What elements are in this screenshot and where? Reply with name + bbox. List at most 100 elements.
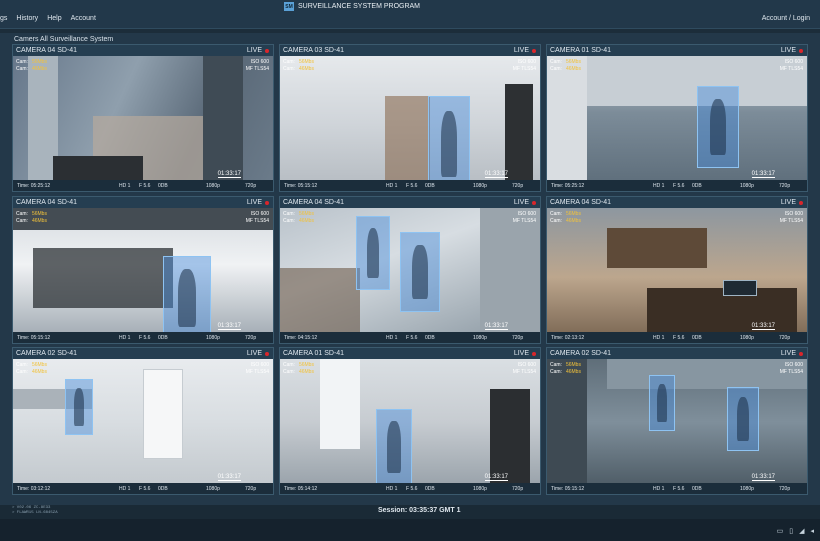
camera-footer: Time: 05:15:12 HD 1 F 5.6 0DB 1080p 720p: [280, 180, 540, 191]
camera-feed-7[interactable]: CAMERA 02 SD-41 LIVE Cam: 56Mbs Cam: 46Mbs…: [12, 347, 274, 495]
aperture: F 5.6: [139, 335, 151, 341]
person-detection-box[interactable]: [428, 96, 470, 191]
mf-value: MF TLS54: [245, 66, 269, 72]
pillar: [547, 56, 587, 182]
resolution-2[interactable]: 720p: [245, 486, 256, 492]
menu-bar: gs History Help Account: [0, 15, 96, 22]
camera-name: CAMERA 01 SD-41: [550, 47, 612, 54]
camera-feed-5[interactable]: CAMERA 04 SD-41 LIVE Cam: 56Mbs Cam: 46Mbs…: [279, 196, 541, 344]
person-detection-box[interactable]: [697, 86, 739, 168]
resolution-1[interactable]: 1080p: [740, 183, 754, 189]
bitrate-1: 56Mbs: [565, 362, 581, 368]
wall-panel: [607, 228, 707, 268]
aperture: F 5.6: [406, 486, 418, 492]
camera-header: CAMERA 04 SD-41 LIVE: [280, 197, 540, 208]
resolution-2[interactable]: 720p: [512, 486, 523, 492]
resolution-1[interactable]: 1080p: [473, 183, 487, 189]
cam-label: Cam:: [550, 66, 562, 72]
tray-network-icon[interactable]: ▯: [789, 527, 793, 535]
resolution-2[interactable]: 720p: [779, 183, 790, 189]
resolution-1[interactable]: 1080p: [206, 486, 220, 492]
menu-settings[interactable]: gs: [0, 15, 7, 22]
gain: 0DB: [692, 486, 702, 492]
tray-camera-icon[interactable]: ▭: [777, 527, 784, 535]
stream-info: Cam: 56Mbs Cam: 46Mbs: [16, 59, 47, 73]
aperture: F 5.6: [139, 486, 151, 492]
resolution-1[interactable]: 1080p: [740, 335, 754, 341]
resolution-1[interactable]: 1080p: [206, 335, 220, 341]
resolution-1[interactable]: 1080p: [206, 183, 220, 189]
camera-name: CAMERA 02 SD-41: [550, 350, 612, 357]
iso-value: ISO 600: [250, 211, 269, 217]
live-label: LIVE: [246, 350, 262, 357]
person-detection-box[interactable]: [163, 256, 211, 340]
hd: HD 1: [386, 486, 398, 492]
person-detection-box[interactable]: [649, 375, 675, 431]
clock: 01:33:17: [751, 171, 775, 178]
camera-feed-8[interactable]: CAMERA 01 SD-41 LIVE Cam: 56Mbs Cam: 46Mbs…: [279, 347, 541, 495]
top-bar: gs History Help Account SM SURVEILLANCE …: [0, 0, 820, 29]
resolution-2[interactable]: 720p: [512, 183, 523, 189]
person-detection-box[interactable]: [65, 379, 93, 435]
tray-volume-icon[interactable]: ◂: [810, 527, 814, 535]
resolution-1[interactable]: 1080p: [740, 486, 754, 492]
resolution-2[interactable]: 720p: [512, 335, 523, 341]
pillar: [203, 56, 243, 182]
exposure-info: ISO 600 MF TLS54: [780, 211, 803, 225]
resolution-1[interactable]: 1080p: [473, 486, 487, 492]
iso-value: ISO 600: [517, 362, 536, 368]
camera-header: CAMERA 03 SD-41 LIVE: [280, 45, 540, 56]
camera-view: [13, 208, 273, 340]
cam-label: Cam:: [283, 59, 295, 65]
live-indicator: LIVE: [781, 350, 803, 357]
exposure-info: ISO 600 MF TLS54: [246, 362, 269, 376]
hd: HD 1: [386, 183, 398, 189]
account-login-link[interactable]: Account / Login: [762, 15, 810, 22]
menu-history[interactable]: History: [16, 15, 38, 22]
menu-account[interactable]: Account: [71, 15, 96, 22]
camera-name: CAMERA 04 SD-41: [16, 47, 78, 54]
stream-info: Cam: 56Mbs Cam: 46Mbs: [283, 362, 314, 376]
camera-footer: Time: 05:14:12 HD 1 F 5.6 0DB 1080p 720p: [280, 483, 540, 494]
cam-label: Cam:: [283, 218, 295, 224]
live-label: LIVE: [780, 199, 796, 206]
cam-label: Cam:: [16, 211, 28, 217]
iso-value: ISO 600: [784, 59, 803, 65]
camera-name: CAMERA 04 SD-41: [16, 199, 78, 206]
menu-help[interactable]: Help: [47, 15, 61, 22]
clock: 01:33:17: [751, 474, 775, 481]
camera-feed-2[interactable]: CAMERA 03 SD-41 LIVE Cam: 56Mbs Cam: 46Mbs…: [279, 44, 541, 192]
camera-feed-4[interactable]: CAMERA 04 SD-41 LIVE Cam: 56Mbs Cam: 46Mbs…: [12, 196, 274, 344]
bitrate-1: 56Mbs: [31, 211, 47, 217]
time: Time: 05:14:12: [284, 486, 318, 492]
time: Time: 03:12:12: [17, 486, 51, 492]
exposure-info: ISO 600 MF TLS54: [246, 59, 269, 73]
cam-label: Cam:: [16, 362, 28, 368]
clock: 01:33:17: [217, 171, 241, 178]
tray-signal-icon[interactable]: ◢: [799, 527, 804, 535]
camera-view: [547, 208, 807, 334]
ceiling: [13, 208, 273, 230]
bitrate-1: 56Mbs: [298, 362, 314, 368]
cam-label: Cam:: [550, 362, 562, 368]
person-detection-box[interactable]: [376, 409, 412, 485]
exposure-info: ISO 600 MF TLS54: [780, 59, 803, 73]
camera-feed-1[interactable]: CAMERA 04 SD-41 LIVE Cam: 56Mbs Cam: 46Mbs…: [12, 44, 274, 192]
cam-label: Cam:: [550, 211, 562, 217]
person-detection-box[interactable]: [727, 387, 759, 451]
resolution-2[interactable]: 720p: [779, 486, 790, 492]
live-dot-icon: [265, 351, 269, 356]
resolution-2[interactable]: 720p: [245, 183, 256, 189]
resolution-2[interactable]: 720p: [779, 335, 790, 341]
doorway: [143, 369, 183, 459]
camera-feed-9[interactable]: CAMERA 02 SD-41 LIVE Cam: 56Mbs Cam: 46Mbs…: [546, 347, 808, 495]
resolution-2[interactable]: 720p: [245, 335, 256, 341]
resolution-1[interactable]: 1080p: [473, 335, 487, 341]
camera-feed-3[interactable]: CAMERA 01 SD-41 LIVE Cam: 56Mbs Cam: 46Mbs…: [546, 44, 808, 192]
live-indicator: LIVE: [247, 199, 269, 206]
person-detection-box[interactable]: [356, 216, 390, 290]
camera-feed-6[interactable]: CAMERA 04 SD-41 LIVE Cam: 56Mbs Cam: 46Mbs…: [546, 196, 808, 344]
gain: 0DB: [692, 183, 702, 189]
person-detection-box[interactable]: [400, 232, 440, 312]
wall: [480, 208, 540, 334]
